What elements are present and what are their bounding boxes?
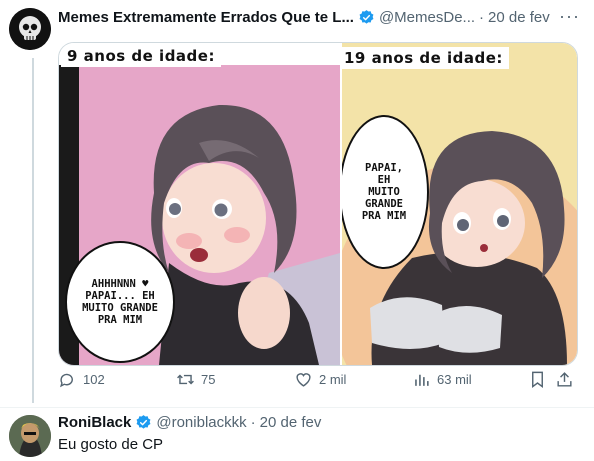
comic-panel-right: 19 anos de idade: PAPAI, EH MUITO GRANDE… [342, 43, 577, 365]
comic-panel-left: 9 anos de idade: AHHHNNN ♥ PAPAI... EH M… [59, 43, 340, 365]
retweet-icon [177, 374, 194, 385]
reply-header: RoniBlack @roniblackkk · 20 de fev [58, 414, 321, 431]
author-handle[interactable]: @MemesDe... [379, 9, 475, 26]
verified-badge-icon [359, 10, 374, 24]
speech-bubble-right: PAPAI, EH MUITO GRANDE PRA MIM [342, 115, 429, 269]
like-count: 2 mil [319, 372, 347, 387]
bubble-left-line-3: MUITO GRANDE [82, 302, 158, 314]
retweet-button[interactable]: 75 [176, 370, 215, 389]
reply-author-avatar[interactable] [9, 415, 51, 457]
panel-divider [340, 43, 342, 365]
retweet-count: 75 [201, 372, 216, 387]
reply-date[interactable]: 20 de fev [260, 414, 322, 431]
author-name[interactable]: Memes Extremamente Errados Que te L... [58, 9, 354, 26]
views-count: 63 mil [437, 372, 472, 387]
bubble-left-line-4: PRA MIM [97, 314, 143, 326]
views-chart-icon [415, 374, 429, 386]
bookmark-button[interactable] [528, 370, 547, 389]
reply-count: 102 [83, 372, 105, 387]
thread-line [32, 58, 34, 403]
author-avatar[interactable] [9, 8, 51, 50]
bubble-left-line-2: PAPAI... EH [85, 290, 155, 302]
bubble-right-line-3: MUITO [368, 186, 400, 198]
tweet-date[interactable]: 20 de fev [488, 9, 550, 26]
share-icon [557, 372, 572, 387]
speech-bubble-left: AHHHNNN ♥ PAPAI... EH MUITO GRANDE PRA M… [65, 241, 175, 363]
bubble-right-line-5: PRA MIM [361, 210, 407, 222]
tweet-actions: 102 75 2 mil 63 mil [58, 370, 578, 398]
reply-author-name[interactable]: RoniBlack [58, 414, 131, 431]
character-avatar-icon [9, 415, 51, 457]
bubble-right-line-4: GRANDE [365, 198, 403, 210]
separator-dot: · [479, 9, 485, 26]
views-button[interactable]: 63 mil [412, 370, 472, 389]
reply-text: Eu gosto de CP [58, 436, 164, 453]
caption-left: 9 anos de idade: [61, 45, 221, 67]
tweet-media-image[interactable]: 9 anos de idade: AHHHNNN ♥ PAPAI... EH M… [58, 42, 578, 366]
like-button[interactable]: 2 mil [294, 370, 346, 389]
heart-icon [296, 373, 311, 387]
bubble-right-line-1: PAPAI, [365, 162, 403, 174]
reply-separator-dot: · [250, 414, 256, 431]
skull-icon [9, 8, 51, 50]
verified-badge-icon [136, 415, 151, 429]
bubble-left-line-1: AHHHNNN ♥ [91, 278, 149, 290]
more-options-icon[interactable]: ··· [559, 6, 580, 27]
reply-button[interactable]: 102 [58, 370, 105, 389]
caption-right: 19 anos de idade: [342, 47, 509, 69]
bubble-right-line-2: EH [377, 174, 391, 186]
reply-author-handle[interactable]: @roniblackkk [156, 414, 246, 431]
share-button[interactable] [555, 370, 574, 389]
tweet-header: Memes Extremamente Errados Que te L... @… [58, 9, 550, 26]
reply-icon [60, 373, 73, 388]
bookmark-icon [532, 371, 543, 389]
reply-divider [0, 407, 594, 408]
